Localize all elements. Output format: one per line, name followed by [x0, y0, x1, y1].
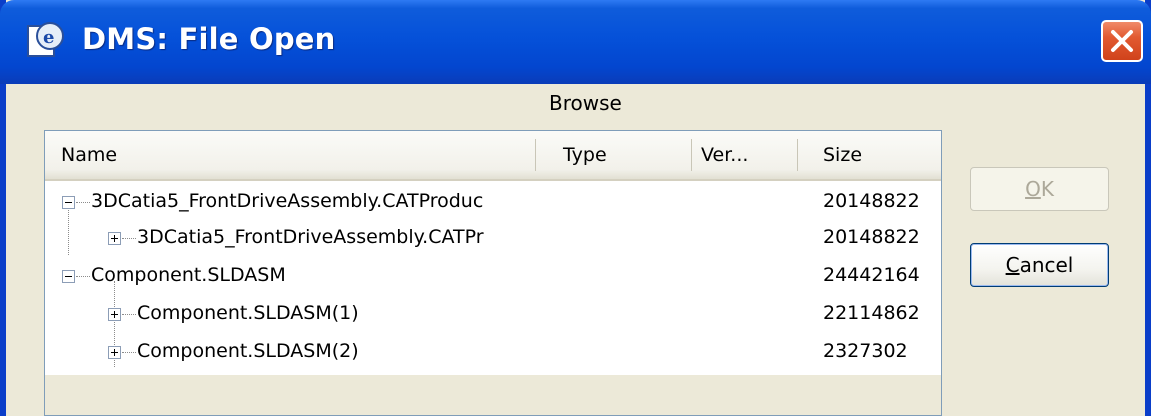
minus-box-icon[interactable]	[62, 270, 75, 283]
column-divider[interactable]	[535, 139, 536, 171]
close-button[interactable]	[1101, 20, 1143, 62]
svg-text:e: e	[43, 27, 54, 48]
plus-box-icon[interactable]	[108, 232, 121, 245]
tree-row-assembly-catproduct[interactable]: 3DCatia5_FrontDriveAssembly.CATProduc 20…	[45, 183, 941, 221]
dms-app-icon: e	[24, 18, 68, 62]
tree-rows: 3DCatia5_FrontDriveAssembly.CATProduc 20…	[45, 181, 941, 375]
tree-row-assembly-catpart[interactable]: 3DCatia5_FrontDriveAssembly.CATPr 201488…	[45, 219, 941, 257]
ok-label: K	[1040, 177, 1054, 201]
tree-connector	[76, 276, 90, 277]
row-name: 3DCatia5_FrontDriveAssembly.CATProduc	[91, 190, 484, 212]
row-name: Component.SLDASM	[91, 264, 286, 286]
tree-connector	[122, 314, 136, 315]
ok-button[interactable]: OK	[970, 167, 1109, 211]
browse-label: Browse	[549, 91, 622, 115]
tree-row-component-sldasm-2[interactable]: Component.SLDASM(2) 2327302	[45, 333, 941, 371]
minus-box-icon[interactable]	[62, 196, 75, 209]
title-bar[interactable]: e DMS: File Open	[0, 0, 1151, 84]
tree-connector	[76, 202, 90, 203]
row-size: 22114862	[823, 302, 920, 324]
tree-connector	[122, 352, 136, 353]
column-header-version[interactable]: Ver...	[701, 131, 748, 179]
ok-label-mnemonic: O	[1025, 177, 1041, 201]
row-name: Component.SLDASM(2)	[137, 340, 359, 362]
column-header-size[interactable]: Size	[823, 131, 862, 179]
file-open-dialog: e DMS: File Open Browse Name Type Ver...…	[0, 0, 1151, 416]
file-tree-list[interactable]: Name Type Ver... Size 3DCatia5_FrontDriv…	[44, 130, 942, 416]
row-size: 24442164	[823, 264, 920, 286]
tree-row-component-sldasm[interactable]: Component.SLDASM 24442164	[45, 257, 941, 295]
row-size: 20148822	[823, 226, 920, 248]
column-header-type[interactable]: Type	[563, 131, 607, 179]
column-divider[interactable]	[797, 139, 798, 171]
row-name: Component.SLDASM(1)	[137, 302, 359, 324]
cancel-label: ancel	[1019, 253, 1074, 277]
column-header-row: Name Type Ver... Size	[45, 131, 941, 181]
row-size: 20148822	[823, 190, 920, 212]
tree-row-component-sldasm-1[interactable]: Component.SLDASM(1) 22114862	[45, 295, 941, 333]
close-icon	[1111, 30, 1133, 52]
row-size: 2327302	[823, 340, 908, 362]
cancel-label-mnemonic: C	[1005, 253, 1020, 277]
plus-box-icon[interactable]	[108, 308, 121, 321]
window-title: DMS: File Open	[82, 22, 336, 56]
cancel-button[interactable]: Cancel	[970, 243, 1109, 287]
column-divider[interactable]	[691, 139, 692, 171]
plus-box-icon[interactable]	[108, 346, 121, 359]
row-name: 3DCatia5_FrontDriveAssembly.CATPr	[137, 226, 484, 248]
column-header-name[interactable]: Name	[61, 131, 117, 179]
tree-connector	[122, 238, 136, 239]
